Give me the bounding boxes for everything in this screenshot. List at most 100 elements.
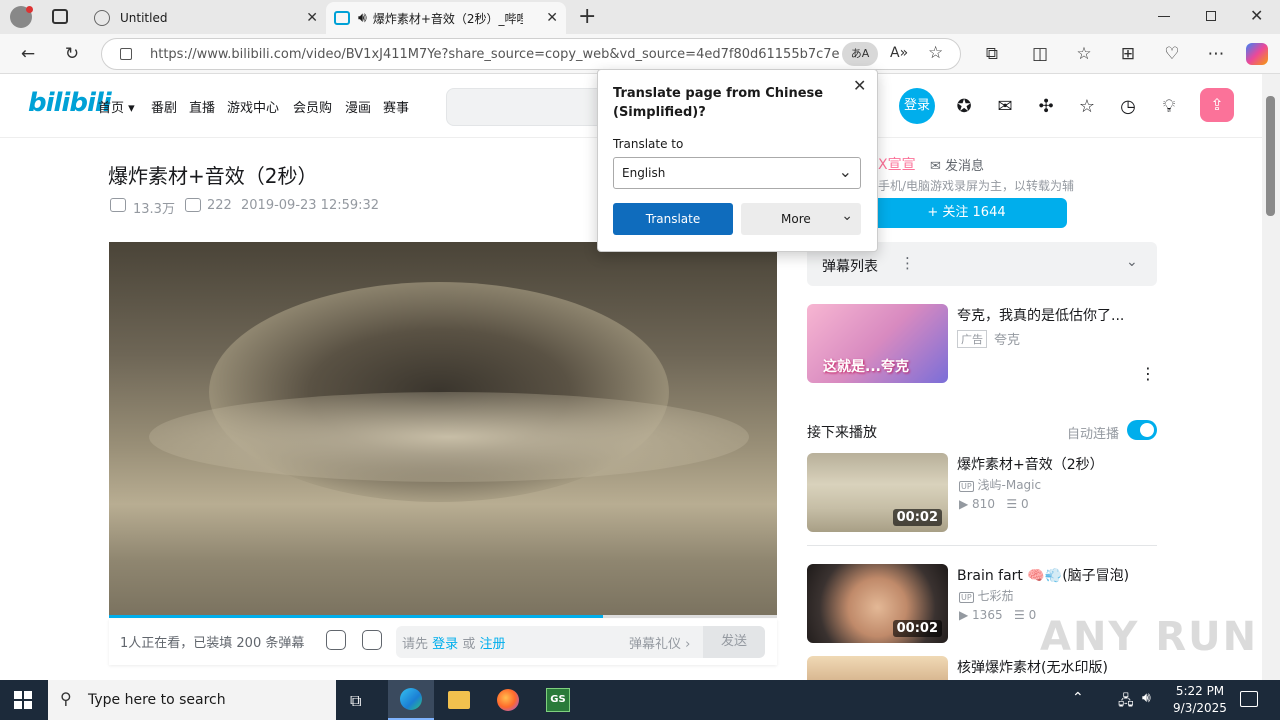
nav-shop[interactable]: 会员购 xyxy=(293,97,332,116)
watermark: ANY RUN xyxy=(1040,614,1259,660)
speaker-icon[interactable]: 🔊︎ xyxy=(358,10,367,26)
clock-date[interactable]: 9/3/2025 xyxy=(1170,701,1230,715)
bilibili-tv-icon xyxy=(334,11,350,25)
chevron-down-icon[interactable]: ⌄ xyxy=(1126,254,1138,270)
autoplay-toggle[interactable] xyxy=(1127,420,1157,440)
favorite-star-icon[interactable]: ☆ xyxy=(928,43,943,63)
up-icon: UP xyxy=(959,481,974,492)
windows-taskbar: ⚲ Type here to search ⧉ GS ⌃ 🖧︎ 🔊︎ 5:22 … xyxy=(0,680,1280,720)
ad-more-icon[interactable]: ⋮ xyxy=(1140,364,1156,383)
danmaku-etiquette-link[interactable]: 弹幕礼仪 › xyxy=(629,633,690,652)
more-options-icon[interactable]: ⋮ xyxy=(900,254,915,272)
browser-essentials-icon[interactable]: ♡ xyxy=(1160,42,1184,66)
follow-button[interactable]: + 关注 1644 xyxy=(866,198,1067,228)
message-icon[interactable]: ✉ xyxy=(992,94,1018,120)
divider xyxy=(807,545,1157,546)
uploader-name[interactable]: X宣宣 xyxy=(878,154,916,174)
nav-anime[interactable]: 番剧 xyxy=(151,97,177,116)
notifications-icon[interactable] xyxy=(1240,691,1258,707)
next-item-title[interactable]: Brain fart 🧠💨(脑子冒泡) xyxy=(957,565,1129,585)
login-avatar-button[interactable]: 登录 xyxy=(899,88,935,124)
back-icon[interactable]: ← xyxy=(16,42,40,66)
register-link[interactable]: 注册 xyxy=(479,637,505,652)
tab-bilibili[interactable]: 🔊︎ 爆炸素材+音效（2秒）_哔哩 ✕ xyxy=(326,2,566,34)
restore-icon[interactable] xyxy=(1206,11,1216,21)
read-aloud-icon[interactable]: A» xyxy=(890,45,908,61)
search-input[interactable] xyxy=(446,88,606,126)
address-bar[interactable]: https://www.bilibili.com/video/BV1xJ411M… xyxy=(101,38,961,70)
globe-icon xyxy=(94,10,110,26)
danmaku-list-label: 弹幕列表 xyxy=(822,259,878,275)
close-icon[interactable]: ✕ xyxy=(853,76,866,95)
login-link[interactable]: 登录 xyxy=(432,637,458,652)
translate-icon[interactable]: あA xyxy=(842,42,878,66)
page-scrollbar[interactable] xyxy=(1262,74,1280,680)
close-tab-icon[interactable]: ✕ xyxy=(306,10,318,26)
nav-esports[interactable]: 赛事 xyxy=(383,97,409,116)
taskbar-search[interactable]: ⚲ Type here to search xyxy=(48,680,336,720)
send-button[interactable]: 发送 xyxy=(703,626,765,658)
edge-taskbar-icon[interactable] xyxy=(388,680,434,720)
translate-button[interactable]: Translate xyxy=(613,203,733,235)
profile-icon[interactable] xyxy=(10,6,33,28)
split-screen-icon[interactable]: ◫ xyxy=(1028,42,1052,66)
watching-info: 1人正在看，已装填 200 条弹幕 xyxy=(120,636,305,651)
more-menu-icon[interactable]: ⋯ xyxy=(1204,42,1228,66)
file-explorer-icon[interactable] xyxy=(448,691,470,709)
view-count-icon xyxy=(110,198,126,212)
stats-line: ▶ 810 ☰ 0 xyxy=(959,497,1029,511)
url-text: https://www.bilibili.com/video/BV1xJ411M… xyxy=(150,47,840,62)
lock-icon[interactable] xyxy=(120,48,132,60)
tab-untitled[interactable]: Untitled ✕ xyxy=(84,2,326,34)
favorites-icon[interactable]: ☆ xyxy=(1072,42,1096,66)
tab-actions-icon[interactable] xyxy=(52,9,68,24)
network-icon[interactable]: 🖧︎ xyxy=(1118,690,1134,714)
ad-brand: 夸克 xyxy=(994,333,1021,348)
next-item-thumbnail[interactable] xyxy=(807,656,948,680)
up-icon: UP xyxy=(959,592,974,603)
volume-icon[interactable]: 🔊︎ xyxy=(1142,690,1151,706)
extensions-icon[interactable]: ⧉ xyxy=(980,42,1004,66)
start-icon[interactable] xyxy=(14,691,32,709)
danmaku-settings-icon[interactable] xyxy=(362,630,382,650)
uploader-line: UP 七彩茄 xyxy=(959,589,1014,603)
new-tab-icon[interactable]: + xyxy=(578,4,596,29)
history-icon[interactable]: ◷ xyxy=(1115,94,1141,120)
browser-titlebar: Untitled ✕ 🔊︎ 爆炸素材+音效（2秒）_哔哩 ✕ + ✕ xyxy=(0,0,1280,34)
greenshot-icon[interactable]: GS xyxy=(546,688,570,712)
next-item-thumbnail[interactable]: 00:02 xyxy=(807,453,948,532)
more-button[interactable]: More ⌄ xyxy=(741,203,861,235)
video-progress-track[interactable] xyxy=(109,615,777,618)
nav-game-center[interactable]: 游戏中心 xyxy=(227,97,279,116)
translate-title: Translate page from Chinese (Simplified)… xyxy=(613,86,824,120)
ad-title[interactable]: 夸克，我真的是低估你了... xyxy=(957,305,1124,325)
video-player[interactable] xyxy=(109,242,777,617)
creator-icon[interactable]: 💡︎ xyxy=(1156,94,1182,120)
favorites-icon[interactable]: ☆ xyxy=(1074,94,1100,120)
nav-home[interactable]: 首页 ▾ xyxy=(98,97,135,116)
next-item-title[interactable]: 爆炸素材+音效（2秒） xyxy=(957,454,1104,474)
collections-icon[interactable]: ⊞ xyxy=(1116,42,1140,66)
close-tab-icon[interactable]: ✕ xyxy=(546,10,558,26)
search-icon: ⚲ xyxy=(60,689,72,708)
nav-live[interactable]: 直播 xyxy=(189,97,215,116)
copilot-icon[interactable] xyxy=(1246,43,1268,65)
nav-manga[interactable]: 漫画 xyxy=(345,97,371,116)
ad-thumbnail[interactable]: 这就是...夸克 xyxy=(807,304,948,383)
clock-time[interactable]: 5:22 PM xyxy=(1172,684,1228,698)
close-window-icon[interactable]: ✕ xyxy=(1250,6,1263,25)
duration: 00:02 xyxy=(892,620,942,637)
minimize-icon[interactable] xyxy=(1158,16,1170,17)
vip-icon[interactable]: ✪ xyxy=(951,94,977,120)
refresh-icon[interactable]: ↻ xyxy=(60,42,84,66)
next-item-thumbnail[interactable]: 00:02 xyxy=(807,564,948,643)
upload-button[interactable]: ⇪ xyxy=(1200,88,1234,122)
language-select[interactable]: English ⌄ xyxy=(613,157,861,189)
dynamic-icon[interactable]: ✣ xyxy=(1033,94,1059,120)
next-item-title[interactable]: 核弹爆炸素材(无水印版) xyxy=(957,657,1108,677)
danmaku-toggle-icon[interactable] xyxy=(326,630,346,650)
system-tray-chevron-icon[interactable]: ⌃ xyxy=(1072,690,1084,706)
firefox-icon[interactable] xyxy=(497,689,519,711)
task-view-icon[interactable]: ⧉ xyxy=(350,691,361,711)
send-message-link[interactable]: ✉ 发消息 xyxy=(930,155,984,174)
